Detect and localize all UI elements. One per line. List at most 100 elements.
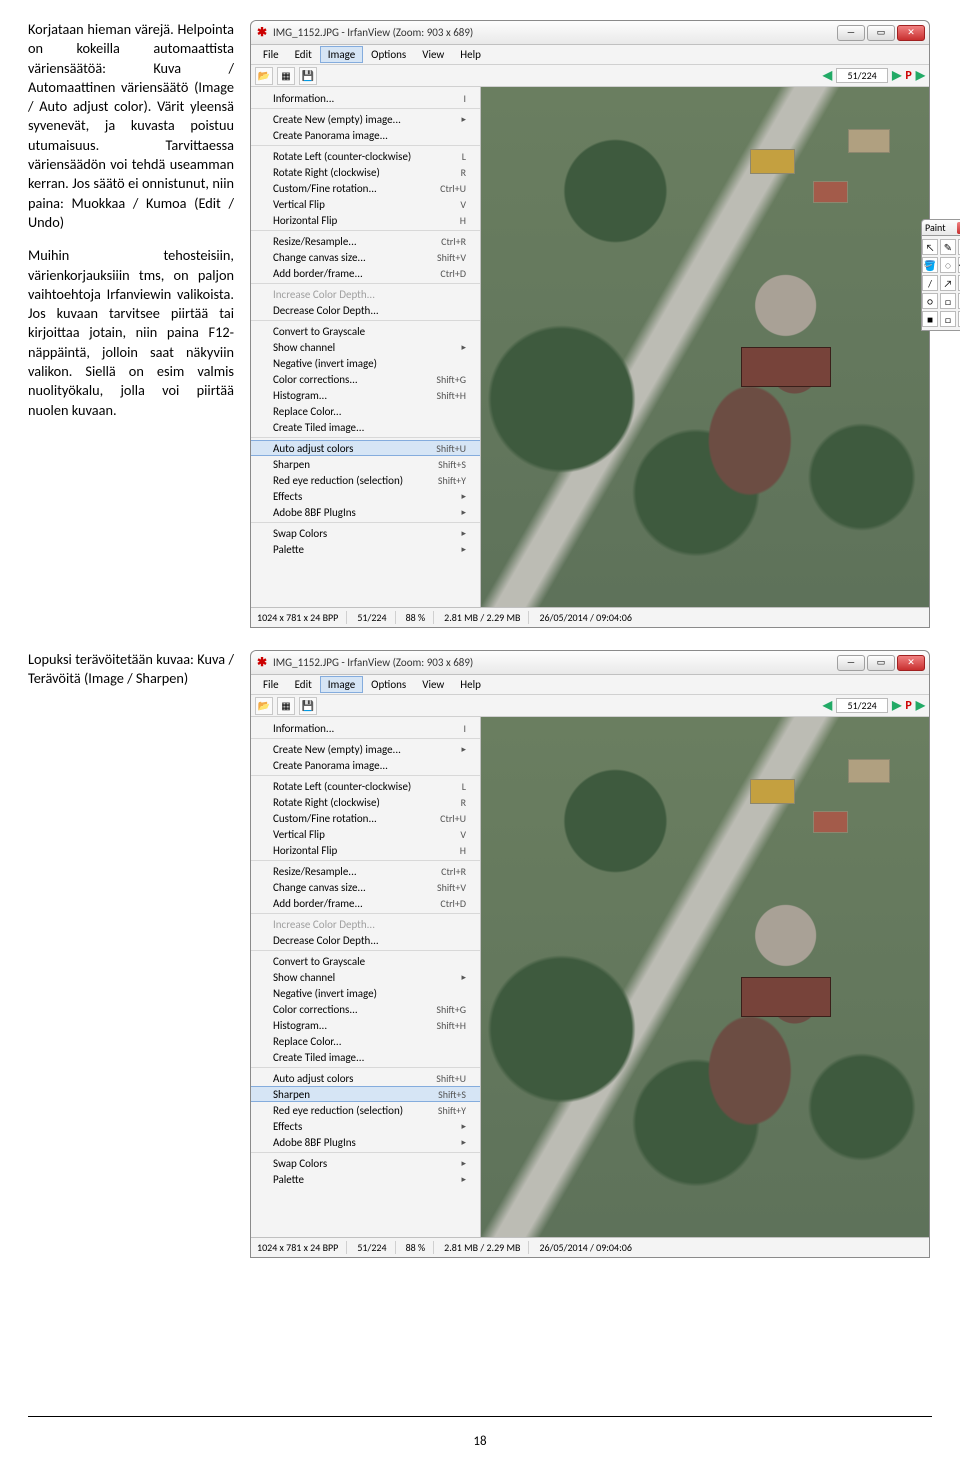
menu-file[interactable]: File	[255, 676, 287, 693]
menu-item[interactable]: Effects	[251, 1118, 480, 1134]
close-button[interactable]: ✕	[897, 655, 925, 671]
menu-options[interactable]: Options	[363, 676, 414, 693]
menu-help[interactable]: Help	[452, 676, 489, 693]
menu-item[interactable]: Histogram...Shift+H	[251, 387, 480, 403]
menu-item[interactable]: Replace Color...	[251, 1033, 480, 1049]
image-menu-dropdown[interactable]: Information...I Create New (empty) image.…	[251, 717, 481, 1237]
save-icon[interactable]: 💾	[299, 697, 317, 715]
next-arrow-2-icon[interactable]: ▶	[916, 698, 925, 713]
menu-item[interactable]: Create Tiled image...	[251, 1049, 480, 1065]
close-button[interactable]: ✕	[897, 25, 925, 41]
menu-item[interactable]: SharpenShift+S	[251, 456, 480, 472]
next-arrow-2-icon[interactable]: ▶	[916, 68, 925, 83]
open-icon[interactable]: 📂	[255, 697, 273, 715]
paint-tool[interactable]: ✎	[940, 239, 956, 255]
menu-item[interactable]: Histogram...Shift+H	[251, 1017, 480, 1033]
menu-item[interactable]: Palette	[251, 1171, 480, 1187]
prev-arrow-icon[interactable]: ◀	[823, 698, 832, 713]
menu-item[interactable]: Negative (invert image)	[251, 985, 480, 1001]
menu-image[interactable]: Image	[320, 676, 363, 693]
menu-item[interactable]: Vertical FlipV	[251, 196, 480, 212]
menu-item[interactable]: Decrease Color Depth...	[251, 932, 480, 948]
menu-item[interactable]: Swap Colors	[251, 525, 480, 541]
menu-item[interactable]: Custom/Fine rotation...Ctrl+U	[251, 810, 480, 826]
menu-item[interactable]: Change canvas size...Shift+V	[251, 249, 480, 265]
menu-file[interactable]: File	[255, 46, 287, 63]
next-arrow-icon[interactable]: ▶	[892, 68, 901, 83]
menu-item[interactable]: Create New (empty) image...	[251, 111, 480, 127]
image-canvas[interactable]	[481, 87, 929, 607]
menu-item[interactable]: Palette	[251, 541, 480, 557]
menu-view[interactable]: View	[414, 46, 452, 63]
menu-item[interactable]: Horizontal FlipH	[251, 212, 480, 228]
paint-tool[interactable]: □	[940, 311, 956, 327]
menubar[interactable]: FileEditImageOptionsViewHelp	[251, 45, 929, 65]
menu-edit[interactable]: Edit	[287, 676, 320, 693]
menu-item[interactable]: Rotate Left (counter-clockwise)L	[251, 148, 480, 164]
menu-item[interactable]: Show channel	[251, 339, 480, 355]
paint-tool[interactable]: ■	[922, 311, 938, 327]
menu-item[interactable]: Add border/frame...Ctrl+D	[251, 265, 480, 281]
prev-arrow-icon[interactable]: ◀	[823, 68, 832, 83]
menu-item[interactable]: Change canvas size...Shift+V	[251, 879, 480, 895]
menu-item[interactable]: Create New (empty) image...	[251, 741, 480, 757]
maximize-button[interactable]: ▭	[867, 25, 895, 41]
paint-tool[interactable]: ○	[922, 293, 938, 309]
menu-item[interactable]: Horizontal FlipH	[251, 842, 480, 858]
menu-help[interactable]: Help	[452, 46, 489, 63]
menu-item[interactable]: Rotate Left (counter-clockwise)L	[251, 778, 480, 794]
menu-item[interactable]: Swap Colors	[251, 1155, 480, 1171]
menu-item[interactable]: Adobe 8BF PlugIns	[251, 1134, 480, 1150]
menu-item[interactable]: Negative (invert image)	[251, 355, 480, 371]
menu-item[interactable]: Red eye reduction (selection)Shift+Y	[251, 1102, 480, 1118]
p-icon[interactable]: P	[905, 699, 911, 713]
paint-palette[interactable]: Paint ✕ ↖✎A🪣◌⌫/↗|○□⬚■□⇄	[921, 219, 960, 331]
menu-item[interactable]: Replace Color...	[251, 403, 480, 419]
menu-item[interactable]: Color corrections...Shift+G	[251, 1001, 480, 1017]
open-icon[interactable]: 📂	[255, 67, 273, 85]
menu-item[interactable]: Auto adjust colorsShift+U	[251, 440, 480, 456]
save-icon[interactable]: 💾	[299, 67, 317, 85]
menu-item[interactable]: Add border/frame...Ctrl+D	[251, 895, 480, 911]
menu-item[interactable]: Create Tiled image...	[251, 419, 480, 435]
next-arrow-icon[interactable]: ▶	[892, 698, 901, 713]
menu-item[interactable]: Resize/Resample...Ctrl+R	[251, 233, 480, 249]
paint-tool[interactable]: 🪣	[922, 257, 938, 273]
menu-item[interactable]: Resize/Resample...Ctrl+R	[251, 863, 480, 879]
menu-item[interactable]: Custom/Fine rotation...Ctrl+U	[251, 180, 480, 196]
menu-item[interactable]: Information...I	[251, 90, 480, 106]
menu-item[interactable]: Adobe 8BF PlugIns	[251, 504, 480, 520]
menu-item[interactable]: SharpenShift+S	[251, 1086, 480, 1102]
menu-view[interactable]: View	[414, 676, 452, 693]
slideshow-icon[interactable]: ▦	[277, 67, 295, 85]
menu-options[interactable]: Options	[363, 46, 414, 63]
minimize-button[interactable]: —	[837, 655, 865, 671]
menu-image[interactable]: Image	[320, 46, 363, 63]
menu-item[interactable]: Decrease Color Depth...	[251, 302, 480, 318]
menu-item[interactable]: Rotate Right (clockwise)R	[251, 794, 480, 810]
menu-item[interactable]: Rotate Right (clockwise)R	[251, 164, 480, 180]
menubar[interactable]: FileEditImageOptionsViewHelp	[251, 675, 929, 695]
minimize-button[interactable]: —	[837, 25, 865, 41]
menu-item[interactable]: Create Panorama image...	[251, 127, 480, 143]
menu-item[interactable]: Vertical FlipV	[251, 826, 480, 842]
menu-item[interactable]: Effects	[251, 488, 480, 504]
paint-tool[interactable]: ↗	[940, 275, 956, 291]
menu-item[interactable]: Color corrections...Shift+G	[251, 371, 480, 387]
image-canvas[interactable]	[481, 717, 929, 1237]
menu-item[interactable]: Red eye reduction (selection)Shift+Y	[251, 472, 480, 488]
paint-tool[interactable]: □	[940, 293, 956, 309]
menu-item[interactable]: Information...I	[251, 720, 480, 736]
maximize-button[interactable]: ▭	[867, 655, 895, 671]
p-icon[interactable]: P	[905, 69, 911, 83]
menu-item[interactable]: Show channel	[251, 969, 480, 985]
menu-item[interactable]: Create Panorama image...	[251, 757, 480, 773]
paint-tool[interactable]: ↖	[922, 239, 938, 255]
image-menu-dropdown[interactable]: Information...I Create New (empty) image.…	[251, 87, 481, 607]
menu-item[interactable]: Convert to Grayscale	[251, 323, 480, 339]
slideshow-icon[interactable]: ▦	[277, 697, 295, 715]
paint-tool[interactable]: ◌	[940, 257, 956, 273]
menu-edit[interactable]: Edit	[287, 46, 320, 63]
menu-item[interactable]: Auto adjust colorsShift+U	[251, 1070, 480, 1086]
paint-tool[interactable]: /	[922, 275, 938, 291]
